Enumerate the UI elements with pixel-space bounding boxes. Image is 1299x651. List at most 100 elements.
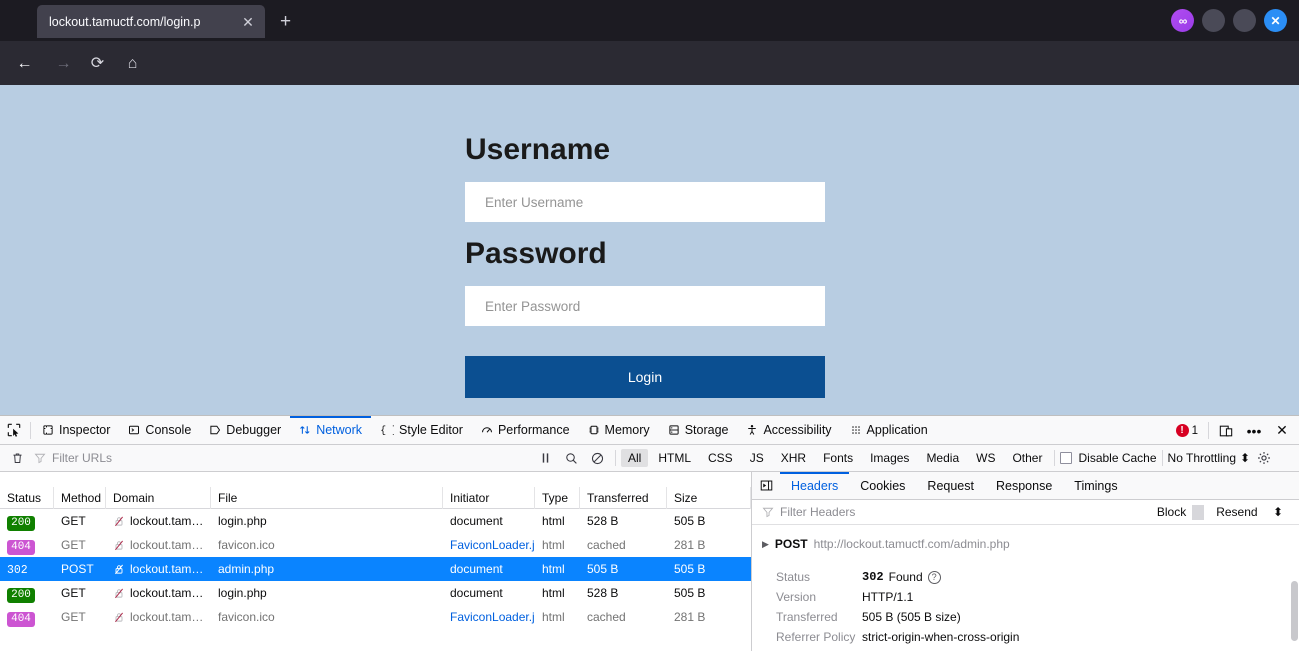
inspector-icon (42, 424, 54, 436)
type-filter-xhr[interactable]: XHR (774, 449, 813, 467)
table-row[interactable]: 404 GET lockout.tam… favicon.ico FaviconLoad… (0, 605, 751, 629)
header-field-key: Version (776, 590, 817, 604)
type-filter-media[interactable]: Media (919, 449, 966, 467)
block-icon[interactable] (584, 447, 610, 469)
forward-icon[interactable]: → (51, 51, 76, 76)
login-button[interactable]: Login (465, 356, 825, 398)
funnel-icon (34, 453, 46, 464)
column-header-transferred[interactable]: Transferred (580, 486, 667, 509)
extension-icon[interactable]: ∞ (1171, 9, 1194, 32)
devtools-tab-performance[interactable]: Performance (472, 416, 579, 445)
type-filter-ws[interactable]: WS (969, 449, 1002, 467)
table-row[interactable]: 404 GET lockout.tam… favicon.ico FaviconLoad… (0, 533, 751, 557)
cell-domain: lockout.tam… (106, 509, 211, 533)
type-filter-html[interactable]: HTML (651, 449, 698, 467)
table-row[interactable]: 302 POST lockout.tam… admin.php document html… (0, 557, 751, 581)
devtools-tab-network[interactable]: Network (290, 416, 371, 445)
lock-broken-icon (113, 611, 125, 623)
devtools-tab-label: Application (866, 423, 928, 437)
devtools-tab-accessibility[interactable]: Accessibility (737, 416, 840, 445)
devtools-tab-style-editor[interactable]: { } Style Editor (371, 416, 472, 445)
browser-window: lockout.tamuctf.com/login.p ✕ + ∞ ✕ ← → … (0, 0, 1299, 651)
type-filter-fonts[interactable]: Fonts (816, 449, 860, 467)
column-header-status[interactable]: Status (0, 486, 54, 509)
request-url-row[interactable]: ▶ POST http://lockout.tamuctf.com/admin.… (752, 534, 1299, 554)
pause-icon[interactable] (532, 447, 558, 469)
cell-method: GET (61, 538, 86, 552)
home-icon[interactable]: ⌂ (120, 51, 145, 76)
devtools-tab-label: Memory (604, 423, 650, 437)
new-tab-button[interactable]: + (273, 9, 298, 34)
more-options-icon[interactable]: ••• (1241, 416, 1267, 445)
clear-requests-icon[interactable] (0, 451, 34, 465)
close-devtools-icon[interactable]: ✕ (1269, 416, 1295, 445)
devtools-tab-storage[interactable]: Storage (659, 416, 738, 445)
table-row[interactable]: 200 GET lockout.tam… login.php document html 5… (0, 581, 751, 605)
column-header-domain[interactable]: Domain (106, 486, 211, 509)
minimize-button[interactable] (1202, 9, 1225, 32)
debugger-icon (209, 424, 221, 436)
error-count-badge[interactable]: ! 1 (1170, 424, 1204, 437)
close-window-button[interactable]: ✕ (1264, 9, 1287, 32)
details-tab-timings[interactable]: Timings (1063, 472, 1128, 500)
devtools-tab-debugger[interactable]: Debugger (200, 416, 290, 445)
details-tab-response[interactable]: Response (985, 472, 1063, 500)
username-input[interactable] (465, 182, 825, 222)
password-input[interactable] (465, 286, 825, 326)
throttling-select[interactable]: No Throttling ⬍ (1168, 451, 1251, 465)
filter-headers-field[interactable]: Block Resend ⬍ (752, 500, 1299, 525)
filter-urls-input[interactable] (52, 451, 532, 465)
devtools-tab-console[interactable]: Console (119, 416, 200, 445)
type-filter-js[interactable]: JS (743, 449, 771, 467)
cell-status: 200 (0, 581, 54, 605)
filter-urls-field[interactable] (34, 451, 532, 465)
column-header-method[interactable]: Method (54, 486, 106, 509)
cell-size: 505 B (674, 514, 706, 528)
cell-size: 505 B (674, 586, 706, 600)
maximize-button[interactable] (1233, 9, 1256, 32)
details-tab-request[interactable]: Request (916, 472, 985, 500)
storage-icon (668, 424, 680, 436)
table-row[interactable]: 200 GET lockout.tam… login.php document html 5… (0, 509, 751, 533)
details-scrollbar[interactable] (1291, 581, 1298, 641)
error-icon: ! (1175, 424, 1189, 437)
header-field-key: Status (776, 570, 811, 584)
type-filter-other[interactable]: Other (1005, 449, 1049, 467)
disable-cache-checkbox[interactable]: Disable Cache (1060, 451, 1157, 465)
responsive-design-mode-icon[interactable] (1213, 416, 1239, 445)
cell-type: html (542, 610, 565, 624)
browser-tab[interactable]: lockout.tamuctf.com/login.p ✕ (37, 5, 265, 38)
type-filter-all[interactable]: All (621, 449, 649, 467)
type-filter-css[interactable]: CSS (701, 449, 740, 467)
block-button[interactable]: Block (1151, 505, 1192, 519)
column-header-file[interactable]: File (211, 486, 443, 509)
type-filter-images[interactable]: Images (863, 449, 916, 467)
cell-initiator: document (450, 562, 503, 576)
back-icon[interactable]: ← (12, 51, 37, 76)
reload-icon[interactable]: ⟳ (85, 51, 110, 76)
expand-caret-icon[interactable]: ▶ (762, 539, 769, 550)
resend-button[interactable]: Resend ⬍ (1204, 505, 1295, 519)
help-icon[interactable]: ? (927, 570, 941, 584)
close-icon[interactable]: ✕ (239, 13, 257, 31)
devtools-tab-application[interactable]: Application (841, 416, 937, 445)
column-header-size[interactable]: Size (667, 486, 751, 509)
cell-file: favicon.ico (218, 538, 275, 552)
cell-file: login.php (218, 514, 267, 528)
filter-headers-input[interactable] (780, 505, 1110, 519)
cell-size: 505 B (674, 562, 706, 576)
details-tab-headers[interactable]: Headers (780, 472, 849, 500)
search-icon[interactable] (558, 447, 584, 469)
chevron-updown-icon: ⬍ (1240, 451, 1251, 465)
gear-icon[interactable] (1250, 451, 1278, 465)
element-picker-icon[interactable] (0, 416, 28, 445)
column-header-initiator[interactable]: Initiator (443, 486, 535, 509)
status-code: 302 (7, 564, 28, 577)
panel-toggle-icon[interactable] (752, 472, 780, 500)
devtools-tab-memory[interactable]: Memory (579, 416, 659, 445)
devtools-tabbar: Inspector Console Debugger Network { } Style … (0, 416, 1299, 445)
cell-initiator: document (450, 586, 503, 600)
column-header-type[interactable]: Type (535, 486, 580, 509)
details-tab-cookies[interactable]: Cookies (849, 472, 916, 500)
devtools-tab-inspector[interactable]: Inspector (33, 416, 119, 445)
